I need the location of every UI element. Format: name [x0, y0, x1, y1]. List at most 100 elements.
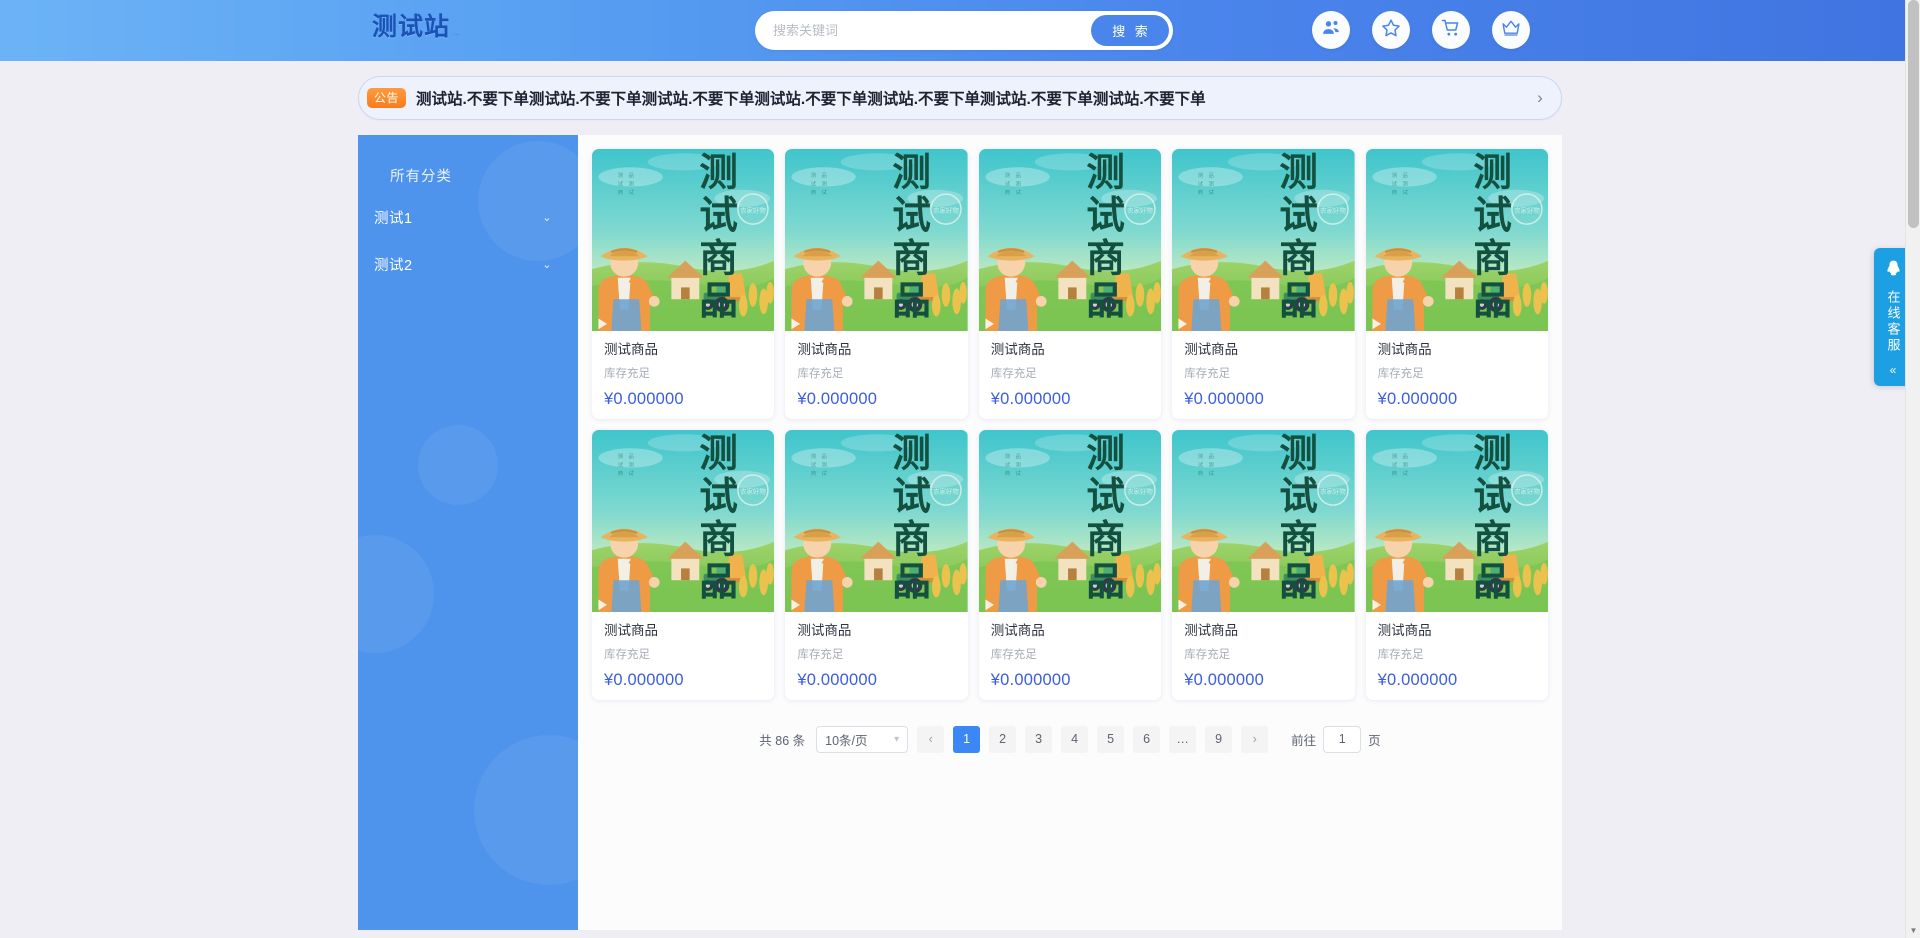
svg-text:品: 品 [628, 172, 633, 179]
chevron-right-icon[interactable]: › [1525, 88, 1555, 108]
svg-text:试: 试 [628, 469, 634, 477]
product-thumbnail[interactable]: 测试商品测试商品测试农家好物 [1172, 430, 1354, 612]
svg-text:试: 试 [1198, 179, 1204, 187]
product-thumbnail[interactable]: 测试商品测试商品测试农家好物 [785, 149, 967, 331]
svg-text:试: 试 [618, 179, 624, 187]
product-title: 测试商品 [1184, 341, 1342, 359]
product-card[interactable]: 测试商品测试商品测试农家好物测试商品库存充足¥0.000000 [785, 430, 967, 700]
collapse-icon[interactable]: « [1890, 363, 1897, 377]
crown-icon-button[interactable] [1492, 11, 1530, 49]
svg-text:测: 测 [893, 150, 932, 195]
product-price: ¥0.000000 [797, 390, 955, 409]
product-price: ¥0.000000 [1378, 390, 1536, 409]
page-size-select[interactable]: 10条/页 ▾ [816, 726, 908, 753]
product-title: 测试商品 [797, 341, 955, 359]
svg-text:试: 试 [1402, 469, 1408, 477]
svg-text:测: 测 [1086, 150, 1125, 195]
svg-text:试: 试 [1198, 460, 1204, 468]
product-info: 测试商品库存充足¥0.000000 [592, 331, 774, 409]
svg-text:测: 测 [811, 452, 816, 460]
svg-text:试: 试 [618, 460, 624, 468]
svg-text:测: 测 [628, 460, 633, 468]
product-thumbnail[interactable]: 测试商品测试商品测试农家好物 [785, 430, 967, 612]
svg-text:商: 商 [1198, 469, 1204, 477]
pagination-prev-button[interactable]: ‹ [917, 726, 944, 753]
svg-text:测: 测 [1391, 452, 1396, 460]
product-content-panel: 测试商品测试商品测试农家好物测试商品库存充足¥0.000000测试商品测试商品测… [578, 135, 1562, 930]
svg-text:商: 商 [811, 188, 817, 196]
pagination-page-5[interactable]: 5 [1097, 726, 1124, 753]
pagination-page-9[interactable]: 9 [1205, 726, 1232, 753]
shopping-cart-icon [1441, 18, 1461, 43]
search-input[interactable] [755, 11, 1091, 50]
scroll-down-arrow[interactable]: ▼ [1906, 923, 1920, 938]
product-card[interactable]: 测试商品测试商品测试农家好物测试商品库存充足¥0.000000 [1366, 430, 1548, 700]
sidebar-item-test1[interactable]: 测试1 ⌄ [358, 194, 578, 241]
svg-text:商: 商 [811, 469, 817, 477]
sidebar-item-test2[interactable]: 测试2 ⌄ [358, 241, 578, 288]
product-title: 测试商品 [1378, 341, 1536, 359]
product-card[interactable]: 测试商品测试商品测试农家好物测试商品库存充足¥0.000000 [1366, 149, 1548, 419]
svg-text:商: 商 [1086, 236, 1125, 281]
announcement-bar[interactable]: 公告 测试站.不要下单测试站.不要下单测试站.不要下单测试站.不要下单测试站.不… [358, 76, 1562, 120]
product-thumbnail[interactable]: 测试商品测试商品测试农家好物 [979, 430, 1161, 612]
search-button[interactable]: 搜 索 [1091, 15, 1169, 46]
svg-text:测: 测 [628, 179, 633, 187]
goto-page-input[interactable] [1323, 726, 1361, 753]
product-card[interactable]: 测试商品测试商品测试农家好物测试商品库存充足¥0.000000 [785, 149, 967, 419]
product-card[interactable]: 测试商品测试商品测试农家好物测试商品库存充足¥0.000000 [979, 430, 1161, 700]
product-title: 测试商品 [797, 622, 955, 640]
svg-text:测: 测 [1198, 171, 1203, 179]
product-card[interactable]: 测试商品测试商品测试农家好物测试商品库存充足¥0.000000 [979, 149, 1161, 419]
category-sidebar: 所有分类 测试1 ⌄ 测试2 ⌄ [358, 135, 578, 930]
decorative-circle [358, 535, 434, 653]
goto-label: 前往 [1291, 730, 1316, 749]
svg-text:品: 品 [1086, 279, 1125, 324]
pagination-page-2[interactable]: 2 [989, 726, 1016, 753]
product-thumbnail[interactable]: 测试商品测试商品测试农家好物 [1172, 149, 1354, 331]
logo-text: 测试站 [372, 14, 450, 39]
scrollbar-thumb[interactable] [1908, 0, 1919, 228]
site-logo[interactable]: 测试站 ... [372, 14, 460, 39]
svg-text:品: 品 [893, 279, 932, 324]
page-scrollbar[interactable]: ▲ ▼ [1905, 0, 1920, 938]
product-info: 测试商品库存充足¥0.000000 [979, 612, 1161, 690]
svg-text:品: 品 [1015, 172, 1020, 179]
product-card[interactable]: 测试商品测试商品测试农家好物测试商品库存充足¥0.000000 [1172, 149, 1354, 419]
svg-text:农家好物: 农家好物 [933, 205, 959, 214]
svg-text:测: 测 [822, 460, 827, 468]
product-thumbnail[interactable]: 测试商品测试商品测试农家好物 [1366, 430, 1548, 612]
svg-text:测: 测 [1198, 452, 1203, 460]
svg-text:商: 商 [893, 236, 932, 281]
svg-text:试: 试 [1005, 179, 1011, 187]
product-thumbnail[interactable]: 测试商品测试商品测试农家好物 [592, 430, 774, 612]
pagination-ellipsis[interactable]: … [1169, 726, 1196, 753]
product-card[interactable]: 测试商品测试商品测试农家好物测试商品库存充足¥0.000000 [1172, 430, 1354, 700]
pagination-next-button[interactable]: › [1241, 726, 1268, 753]
svg-text:品: 品 [1402, 453, 1407, 460]
product-thumbnail[interactable]: 测试商品测试商品测试农家好物 [592, 149, 774, 331]
pagination-page-6[interactable]: 6 [1133, 726, 1160, 753]
product-grid: 测试商品测试商品测试农家好物测试商品库存充足¥0.000000测试商品测试商品测… [592, 149, 1548, 700]
svg-text:品: 品 [1209, 453, 1214, 460]
pagination-page-3[interactable]: 3 [1025, 726, 1052, 753]
shopping-cart-icon-button[interactable] [1432, 11, 1470, 49]
pagination-page-1[interactable]: 1 [953, 726, 980, 753]
product-thumbnail[interactable]: 测试商品测试商品测试农家好物 [1366, 149, 1548, 331]
pagination-page-4[interactable]: 4 [1061, 726, 1088, 753]
product-thumbnail[interactable]: 测试商品测试商品测试农家好物 [979, 149, 1161, 331]
product-stock: 库存充足 [1184, 646, 1342, 662]
page-size-value: 10条/页 [825, 730, 867, 749]
star-icon-button[interactable] [1372, 11, 1410, 49]
user-group-icon-button[interactable] [1312, 11, 1350, 49]
product-card[interactable]: 测试商品测试商品测试农家好物测试商品库存充足¥0.000000 [592, 149, 774, 419]
product-info: 测试商品库存充足¥0.000000 [785, 331, 967, 409]
svg-text:农家好物: 农家好物 [1127, 205, 1153, 214]
product-card[interactable]: 测试商品测试商品测试农家好物测试商品库存充足¥0.000000 [592, 430, 774, 700]
svg-text:品: 品 [699, 560, 738, 605]
svg-text:试: 试 [1473, 193, 1512, 238]
svg-text:品: 品 [1473, 279, 1512, 324]
svg-text:农家好物: 农家好物 [933, 486, 959, 495]
goto-unit: 页 [1368, 730, 1381, 749]
product-price: ¥0.000000 [604, 671, 762, 690]
